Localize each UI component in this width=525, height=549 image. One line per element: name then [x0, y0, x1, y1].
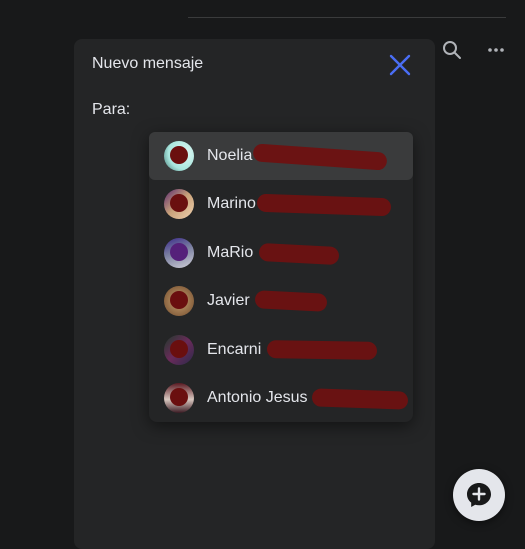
avatar	[164, 141, 194, 171]
contact-name: Javier	[207, 292, 250, 309]
new-message-dialog: Nuevo mensaje Para: Noelia Marino MaRio …	[74, 39, 435, 549]
contact-suggestion-item[interactable]: Encarni	[149, 326, 413, 374]
close-button[interactable]	[386, 51, 414, 79]
contact-name: Encarni	[207, 341, 262, 358]
contact-suggestion-item[interactable]: Javier	[149, 277, 413, 325]
redaction-mark	[258, 242, 340, 266]
contact-name: MaRio	[207, 244, 254, 261]
contact-suggestion-item[interactable]: Antonio Jesus	[149, 374, 413, 422]
redaction-mark	[311, 388, 409, 410]
contact-suggestion-item[interactable]: MaRio	[149, 229, 413, 277]
contact-suggestion-item[interactable]: Noelia	[149, 132, 413, 180]
contact-name: Noelia	[207, 147, 253, 164]
avatar	[164, 238, 194, 268]
redaction-mark	[256, 193, 392, 217]
contact-suggestions: Noelia Marino MaRio Javier Encarni Anton…	[149, 132, 413, 422]
new-message-button[interactable]	[453, 469, 505, 521]
avatar	[164, 189, 194, 219]
new-message-icon	[467, 483, 491, 507]
avatar	[164, 286, 194, 316]
contact-suggestion-item[interactable]: Marino	[149, 180, 413, 228]
dialog-title: Nuevo mensaje	[92, 55, 204, 72]
avatar	[164, 335, 194, 365]
more-horizontal-icon	[488, 48, 504, 52]
contact-name: Marino	[207, 195, 256, 212]
search-button[interactable]	[438, 36, 466, 64]
recipient-label: Para:	[92, 101, 131, 118]
more-options-button[interactable]	[482, 36, 510, 64]
redaction-mark	[254, 290, 328, 312]
redaction-mark	[252, 143, 388, 171]
header-divider	[188, 17, 506, 18]
avatar	[164, 383, 194, 413]
close-icon	[389, 54, 411, 76]
contact-name: Antonio Jesus	[207, 389, 308, 406]
redaction-mark	[266, 340, 378, 360]
search-icon	[443, 41, 461, 59]
